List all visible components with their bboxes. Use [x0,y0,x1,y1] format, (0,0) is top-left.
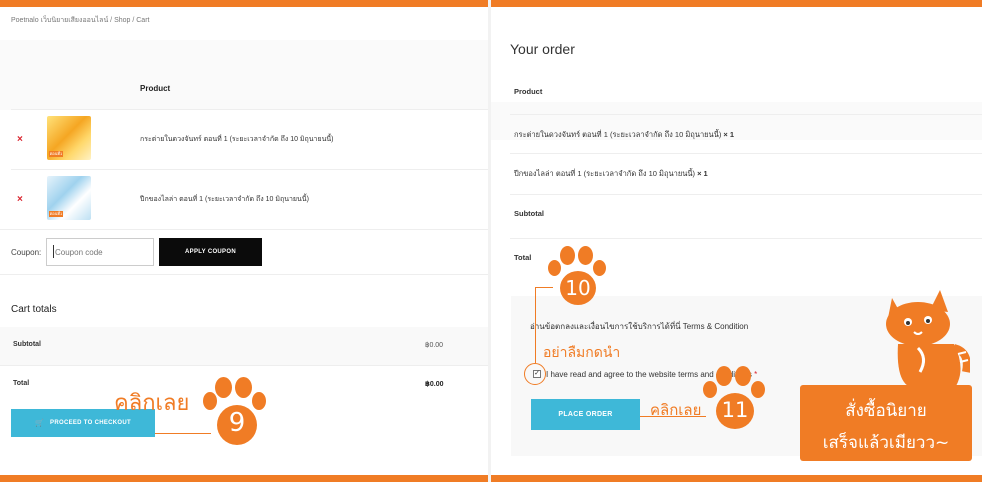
order-item-name: กระต่ายในดวงจันทร์ ตอนที่ 1 (ระยะเวลาจำก… [514,130,722,139]
apply-coupon-button[interactable]: APPLY COUPON [159,238,262,266]
cart-item-row: × ตอนที่1 กระต่ายในดวงจันทร์ ตอนที่ 1 (ร… [11,109,488,169]
order-complete-callout: สั่งซื้อนิยาย เสร็จแล้วเมียวว~ [800,385,972,461]
place-order-button[interactable]: PLACE ORDER [531,399,640,430]
cart-table-header [0,40,488,110]
checkout-label: PROCEED TO CHECKOUT [50,420,131,426]
step-number: 11 [721,398,749,422]
cat-mascot-illustration [886,290,970,386]
episode-tag: ตอนที่1 [49,151,63,157]
paw-icon: 11 [703,366,775,432]
your-order-title: Your order [510,41,575,57]
dont-forget-annotation: อย่าลืมกดนำ [543,345,621,361]
total-label: Total [13,380,30,387]
bottom-accent-bar [0,475,982,482]
order-subtotal-row: Subtotal [510,194,982,234]
order-item-qty: × 1 [723,130,735,139]
cart-item-row: × ตอนที่1 ปีกของไลล่า ตอนที่ 1 (ระยะเวลา… [11,169,488,229]
coupon-row: Coupon: APPLY COUPON [0,229,488,275]
callout-line-2: เสร็จแล้วเมียวว~ [822,433,950,453]
episode-tag: ตอนที่1 [49,211,63,217]
terms-link[interactable]: อ่านข้อตกลงและเงื่อนไขการใช้บริการได้ที่… [530,320,748,333]
order-column-product: Product [514,87,543,96]
paw-icon: 9 [203,377,277,447]
cart-icon: 🛒 [35,420,45,427]
product-thumbnail[interactable]: ตอนที่1 [47,176,91,220]
text-cursor [53,245,54,258]
subtotal-value: ฿0.00 [425,342,444,349]
annotation-line [535,287,536,363]
top-accent-bar [0,0,982,7]
cart-item-name[interactable]: กระต่ายในดวงจันทร์ ตอนที่ 1 (ระยะเวลาจำก… [140,134,334,145]
total-value: ฿0.00 [425,381,444,388]
product-thumbnail[interactable]: ตอนที่1 [47,116,91,160]
step-number: 9 [228,408,246,438]
coupon-label: Coupon: [11,248,42,257]
order-header-row: Product [510,73,982,113]
order-subtotal-label: Subtotal [514,209,544,218]
step-number: 10 [565,276,591,300]
coupon-input[interactable] [46,238,154,266]
subtotal-label: Subtotal [13,341,41,348]
cart-totals-title: Cart totals [11,304,57,315]
order-item-row: กระต่ายในดวงจันทร์ ตอนที่ 1 (ระยะเวลาจำก… [510,114,982,154]
order-item-name: ปีกของไลล่า ตอนที่ 1 (ระยะเวลาจำกัด ถึง … [514,169,695,178]
order-item-line: กระต่ายในดวงจันทร์ ตอนที่ 1 (ระยะเวลาจำก… [514,129,734,141]
order-item-line: ปีกของไลล่า ตอนที่ 1 (ระยะเวลาจำกัด ถึง … [514,168,708,180]
paw-icon: 10 [548,246,616,308]
subtotal-row: Subtotal ฿0.00 [0,327,488,365]
cart-item-name[interactable]: ปีกของไลล่า ตอนที่ 1 (ระยะเวลาจำกัด ถึง … [140,194,309,205]
callout-line-1: สั่งซื้อนิยาย [845,401,927,421]
remove-item-icon[interactable]: × [17,134,23,145]
click-now-annotation: คลิกเลย [114,391,190,416]
click-now-annotation: คลิกเลย [650,401,702,419]
annotation-line [640,416,706,417]
order-item-qty: × 1 [697,169,708,178]
cart-column-product: Product [140,84,171,93]
remove-item-icon[interactable]: × [17,194,23,205]
breadcrumb[interactable]: Poetnalo เว็บนิยายเสียงออนไลน์ / Shop / … [11,15,149,26]
order-item-row: ปีกของไลล่า ตอนที่ 1 (ระยะเวลาจำกัด ถึง … [510,153,982,193]
order-total-label: Total [514,253,532,262]
terms-checkbox[interactable]: ✓ [533,370,541,378]
